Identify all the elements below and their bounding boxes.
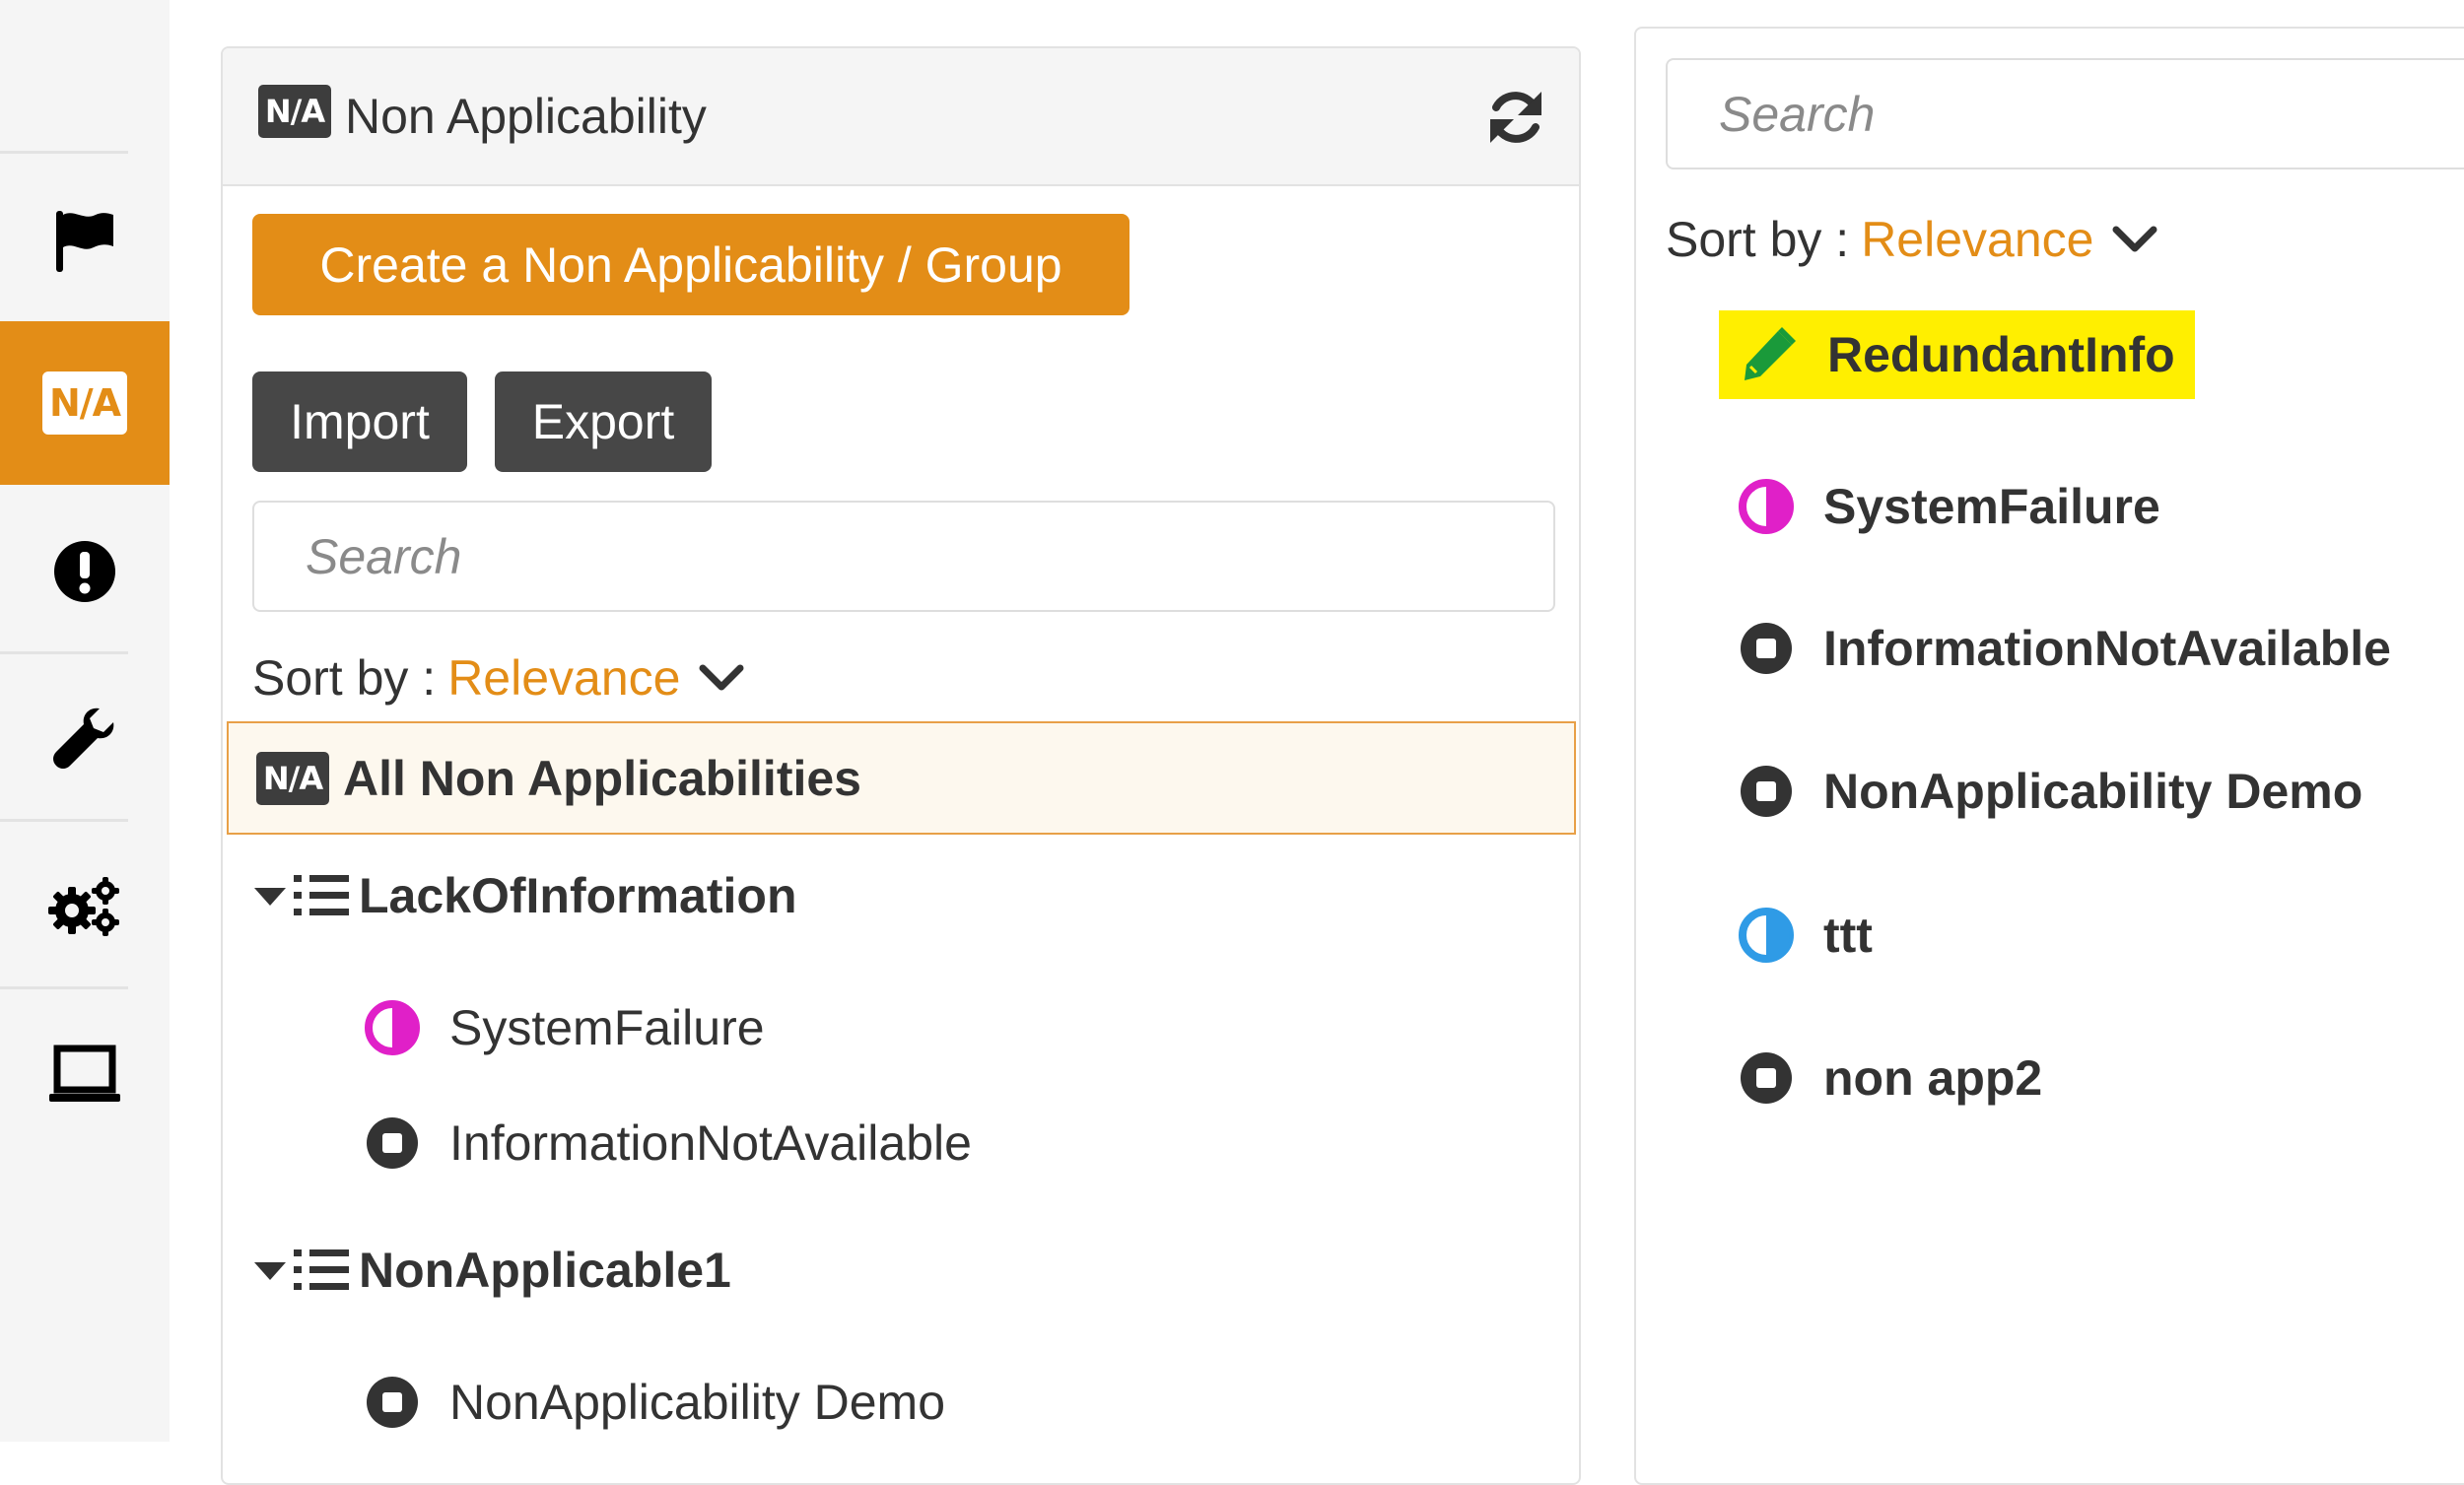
flag-icon xyxy=(56,211,113,272)
sidebar-divider xyxy=(0,986,128,989)
exclamation-circle-icon xyxy=(54,541,115,602)
sidebar-item-alerts[interactable] xyxy=(0,522,170,621)
wrench-icon xyxy=(53,708,114,769)
all-non-applicabilities-item[interactable]: N/A All Non Applicabilities xyxy=(227,721,1576,835)
item-label: SystemFailure xyxy=(449,1000,765,1055)
sort-control[interactable]: Sort by : Relevance xyxy=(1666,211,2158,268)
item-label: InformationNotAvailable xyxy=(1823,621,2391,676)
caret-down-icon[interactable] xyxy=(252,1255,288,1285)
sidebar-item-settings[interactable] xyxy=(0,857,170,956)
list-icon xyxy=(294,1249,349,1290)
result-item[interactable]: NonApplicability Demo xyxy=(1739,763,2362,820)
laptop-icon xyxy=(49,1045,120,1102)
half-circle-icon xyxy=(365,1000,420,1055)
sidebar-item-tools[interactable] xyxy=(0,690,170,788)
sidebar-divider xyxy=(0,819,128,822)
item-label: InformationNotAvailable xyxy=(449,1115,972,1171)
panel-header: N/A Non Applicability xyxy=(223,48,1579,186)
sort-control[interactable]: Sort by : Relevance xyxy=(252,649,745,707)
sidebar-divider xyxy=(0,651,128,654)
sidebar-item-flags[interactable] xyxy=(0,192,170,291)
half-circle-icon xyxy=(1739,479,1794,534)
sort-value[interactable]: Relevance xyxy=(447,649,680,707)
list-item[interactable]: InformationNotAvailable xyxy=(365,1114,972,1172)
list-icon xyxy=(294,875,349,915)
non-applicability-panel: N/A Non Applicability Create a Non Appli… xyxy=(221,46,1581,1485)
sidebar-item-display[interactable] xyxy=(0,1025,170,1123)
result-item-highlighted[interactable]: RedundantInfo xyxy=(1719,310,2195,399)
stop-circle-icon xyxy=(367,1117,418,1169)
group-label: LackOfInformation xyxy=(359,868,797,923)
results-panel: Sort by : Relevance RedundantInfo System… xyxy=(1634,27,2464,1485)
chevron-down-icon[interactable] xyxy=(698,662,745,694)
na-icon: N/A xyxy=(258,85,331,138)
create-non-applicability-button[interactable]: Create a Non Applicability / Group xyxy=(252,214,1129,315)
half-circle-icon xyxy=(1739,908,1794,963)
stop-circle-icon xyxy=(1741,766,1792,817)
refresh-icon[interactable] xyxy=(1486,88,1545,147)
sidebar-divider xyxy=(0,151,128,154)
na-icon: N/A xyxy=(256,751,329,805)
gears-icon xyxy=(48,877,119,936)
sort-label: Sort by : xyxy=(1666,212,1850,267)
sidebar: N/A xyxy=(0,0,170,1442)
group-non-applicable1[interactable]: NonApplicable1 xyxy=(252,1242,731,1299)
group-lack-of-information[interactable]: LackOfInformation xyxy=(252,867,796,924)
result-item[interactable]: ttt xyxy=(1739,907,1873,964)
list-item[interactable]: SystemFailure xyxy=(365,999,765,1056)
search-input[interactable] xyxy=(1666,58,2464,169)
item-label: NonApplicability Demo xyxy=(449,1375,946,1430)
sort-value[interactable]: Relevance xyxy=(1861,211,2093,268)
all-non-applicabilities-label: All Non Applicabilities xyxy=(343,750,861,806)
panel-title: Non Applicability xyxy=(345,89,707,144)
sort-label: Sort by : xyxy=(252,650,437,706)
pen-icon xyxy=(1745,327,1796,380)
stop-circle-icon xyxy=(1741,1052,1792,1104)
search-input[interactable] xyxy=(252,501,1555,612)
result-item[interactable]: SystemFailure xyxy=(1739,478,2160,535)
chevron-down-icon[interactable] xyxy=(2111,224,2158,255)
list-item[interactable]: NonApplicability Demo xyxy=(365,1374,945,1431)
item-label: SystemFailure xyxy=(1823,479,2160,534)
sidebar-item-non-applicability[interactable]: N/A xyxy=(0,321,170,485)
result-item[interactable]: non app2 xyxy=(1739,1049,2042,1107)
stop-circle-icon xyxy=(1741,623,1792,674)
caret-down-icon[interactable] xyxy=(252,881,288,911)
group-label: NonApplicable1 xyxy=(359,1243,731,1298)
import-button[interactable]: Import xyxy=(252,371,467,472)
item-label: ttt xyxy=(1823,908,1873,963)
item-label: non app2 xyxy=(1823,1050,2043,1106)
item-label: NonApplicability Demo xyxy=(1823,764,2363,819)
na-icon: N/A xyxy=(42,371,127,435)
result-item[interactable]: InformationNotAvailable xyxy=(1739,620,2391,677)
item-label: RedundantInfo xyxy=(1827,327,2175,382)
export-button[interactable]: Export xyxy=(495,371,712,472)
stop-circle-icon xyxy=(367,1377,418,1428)
